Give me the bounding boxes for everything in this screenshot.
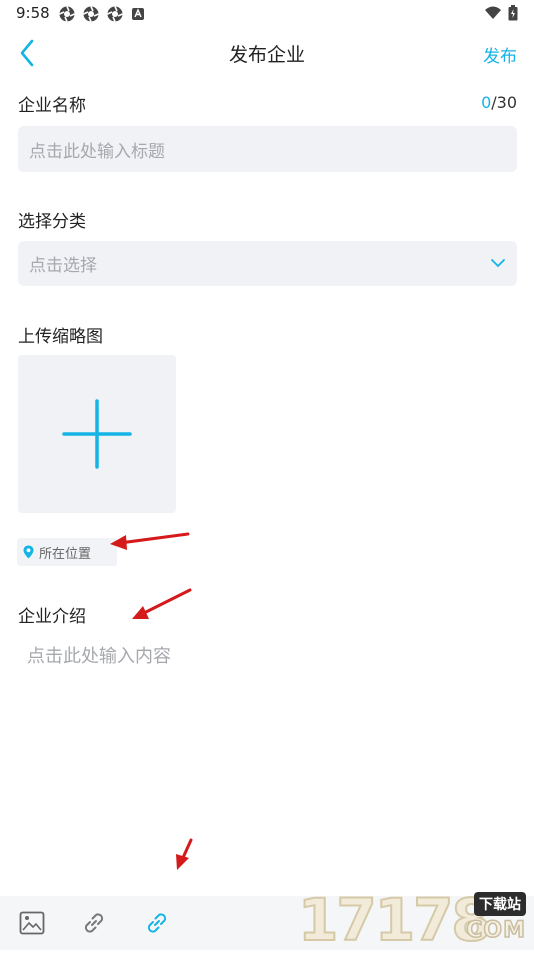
watermark-tag: 下载站 [474, 892, 526, 916]
annotation-arrow [176, 838, 193, 870]
annotation-arrow [132, 588, 192, 619]
annotation-arrow [110, 532, 190, 550]
insert-image-button[interactable] [17, 908, 47, 938]
link-icon [84, 913, 104, 933]
watermark-logo: 17178 下载站 COM [297, 886, 528, 954]
insert-link-button[interactable] [79, 908, 109, 938]
link-icon [147, 913, 167, 933]
insert-link-active-button[interactable] [142, 908, 172, 938]
annotation-arrows [110, 532, 193, 870]
image-icon [19, 911, 45, 935]
watermark-digits: 17178 [297, 886, 493, 954]
watermark-suffix: COM [466, 917, 526, 944]
